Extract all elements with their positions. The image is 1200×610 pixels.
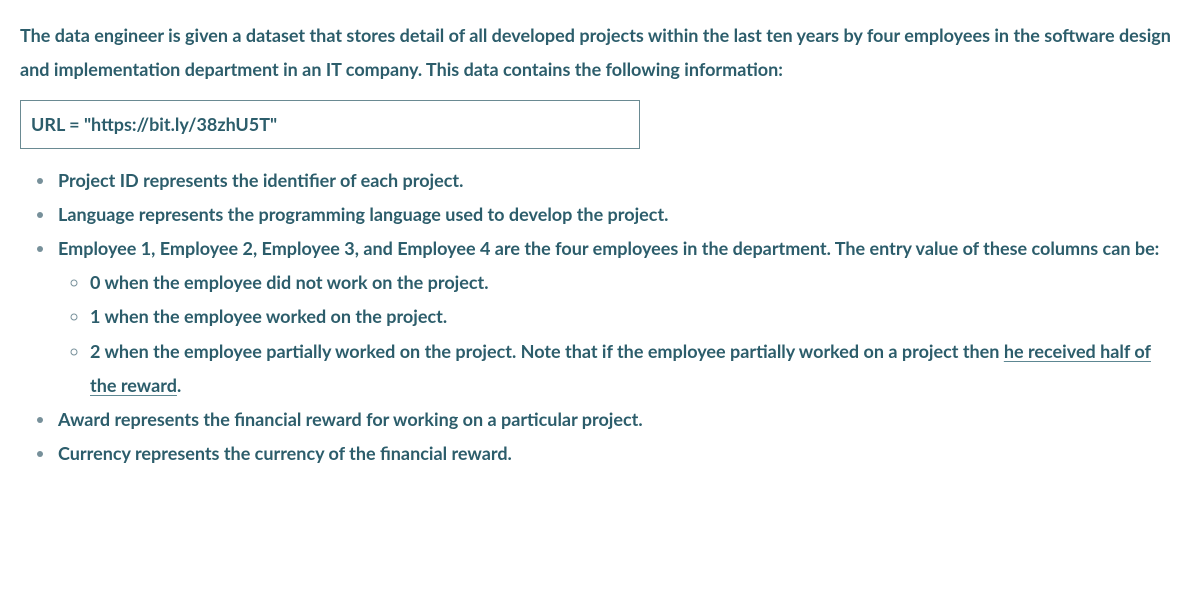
list-item: 0 when the employee did not work on the … — [90, 265, 1180, 299]
list-item: Project ID represents the identifier of … — [56, 163, 1180, 197]
list-item-text: Award represents the financial reward fo… — [58, 408, 643, 430]
list-item-text: Currency represents the currency of the … — [58, 442, 512, 464]
list-item-text: Language represents the programming lang… — [58, 203, 668, 225]
sub-list: 0 when the employee did not work on the … — [58, 265, 1180, 402]
list-item-text: Employee 1, Employee 2, Employee 3, and … — [58, 237, 1159, 259]
list-item: Currency represents the currency of the … — [56, 436, 1180, 470]
list-item: Employee 1, Employee 2, Employee 3, and … — [56, 231, 1180, 402]
list-item-text: 1 when the employee worked on the projec… — [90, 305, 447, 327]
list-item: 1 when the employee worked on the projec… — [90, 299, 1180, 333]
url-box: URL = "https://bit.ly/38zhU5T" — [20, 100, 640, 148]
list-item-text: 0 when the employee did not work on the … — [90, 271, 489, 293]
list-item-text: Project ID represents the identifier of … — [58, 169, 463, 191]
list-item-text-pre: 2 when the employee partially worked on … — [90, 340, 1004, 362]
list-item: 2 when the employee partially worked on … — [90, 334, 1180, 402]
list-item: Award represents the financial reward fo… — [56, 402, 1180, 436]
list-item: Language represents the programming lang… — [56, 197, 1180, 231]
main-list: Project ID represents the identifier of … — [20, 163, 1180, 471]
list-item-text-post: . — [177, 374, 181, 396]
intro-paragraph: The data engineer is given a dataset tha… — [20, 18, 1180, 86]
